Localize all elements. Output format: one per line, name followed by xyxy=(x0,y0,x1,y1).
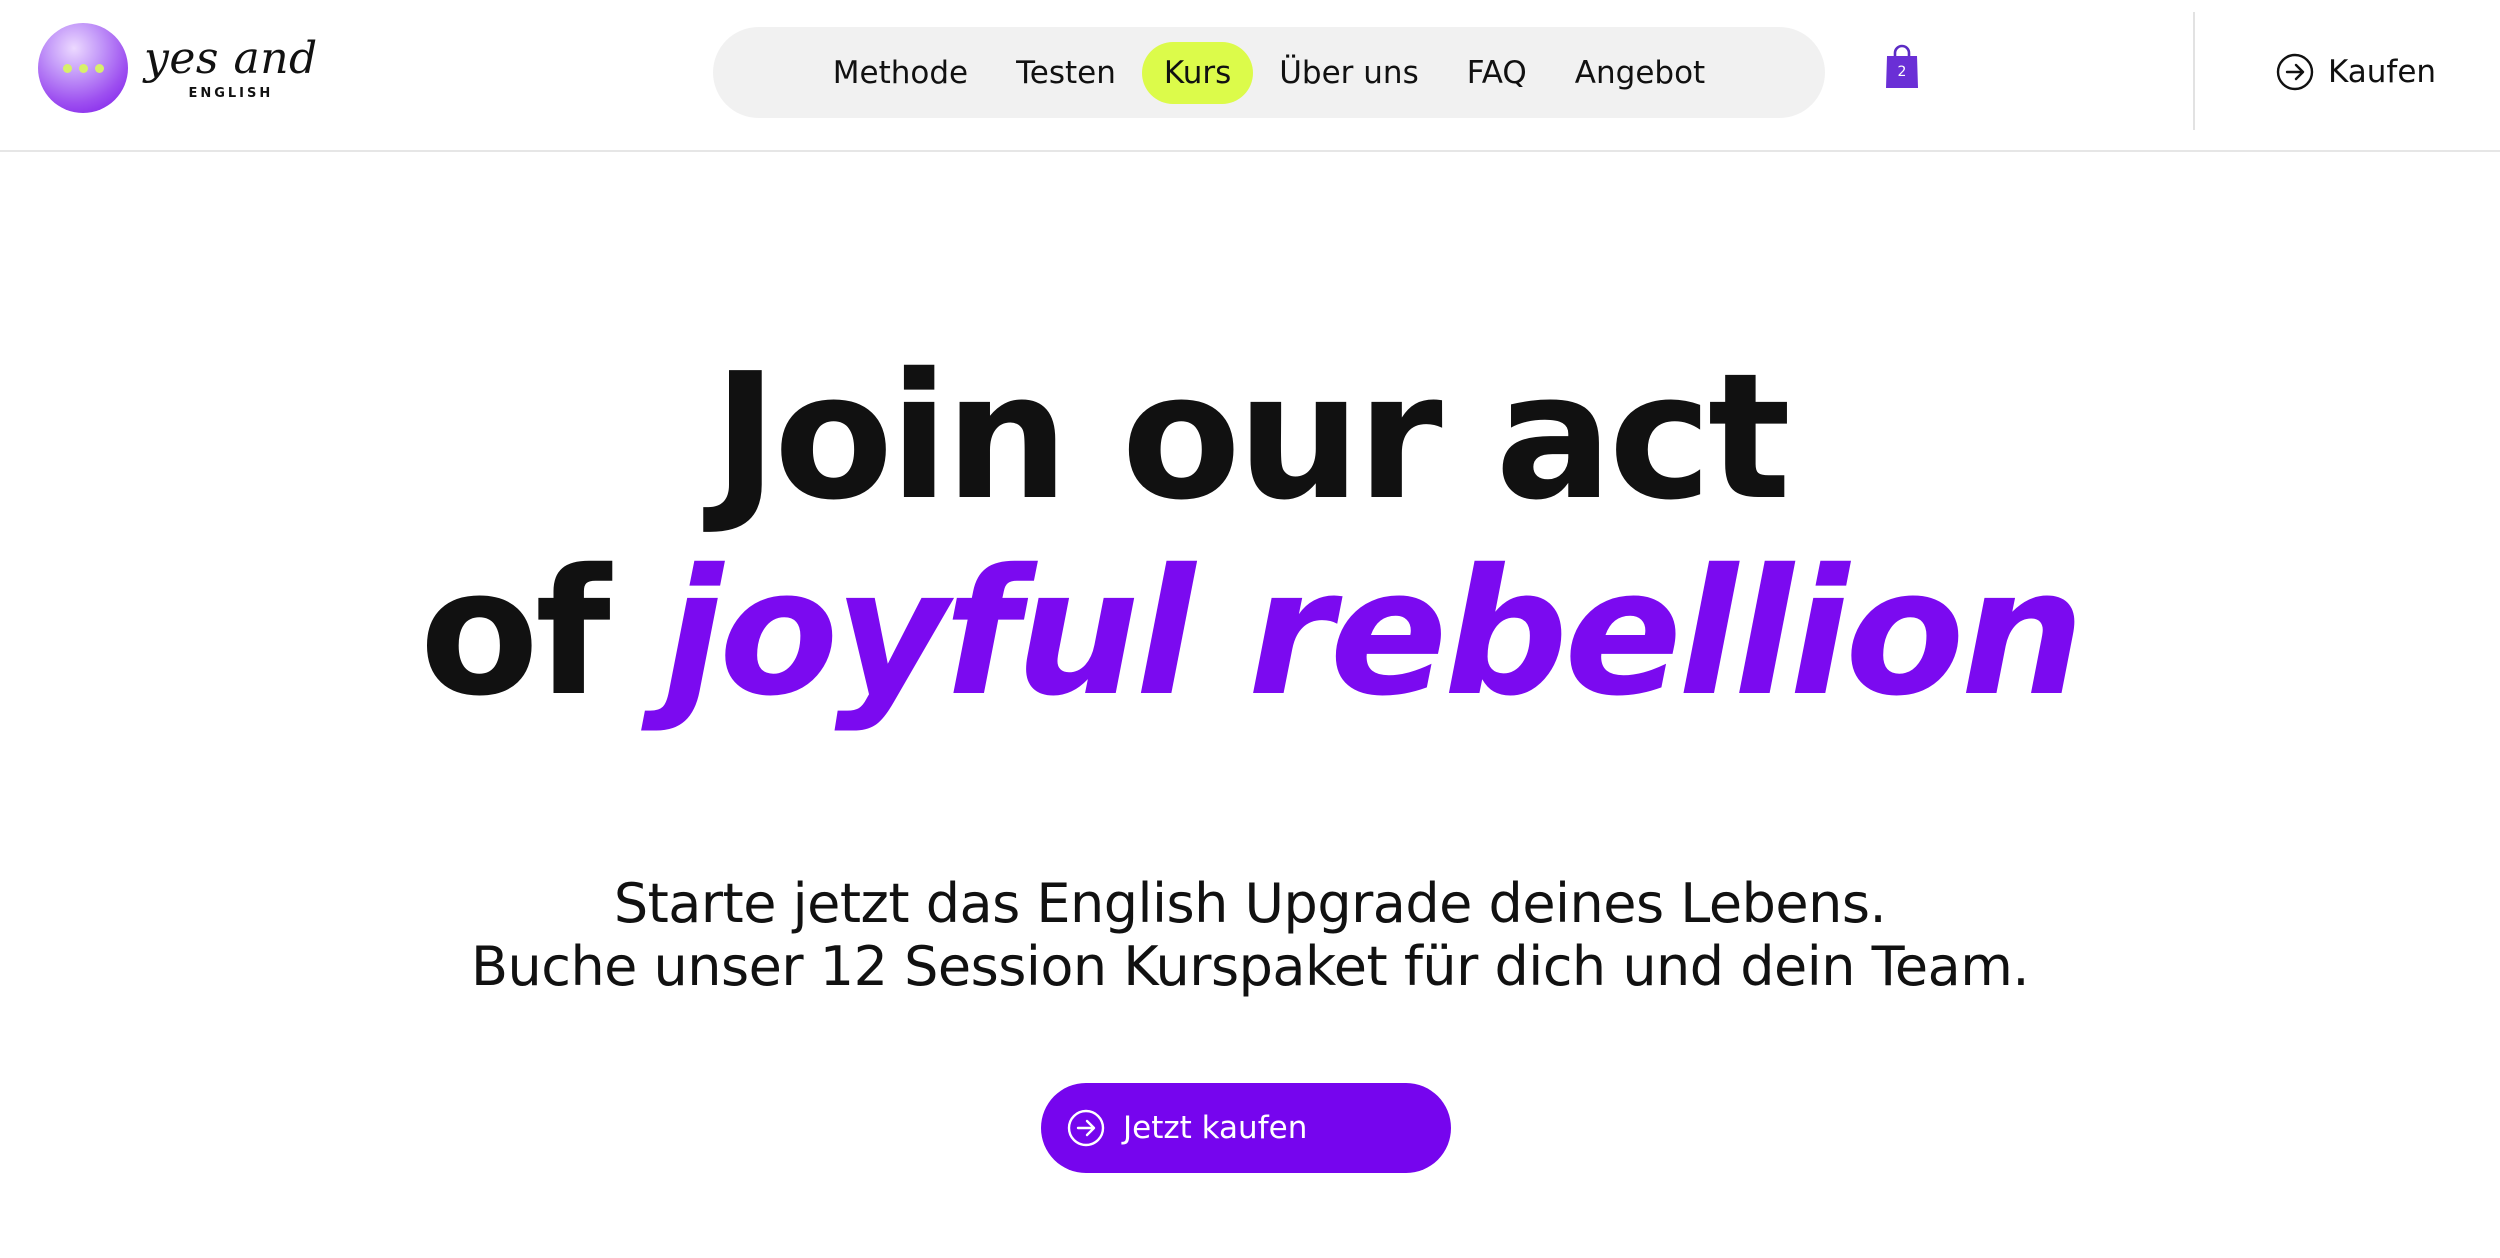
header-divider xyxy=(2193,12,2195,130)
logo-name: yes and xyxy=(144,32,318,84)
hero-title-line2-prefix: of xyxy=(419,532,664,735)
logo-dot xyxy=(62,63,72,73)
arrow-circle-right-icon xyxy=(1067,1109,1105,1147)
hero-title-line1: Join our act xyxy=(713,336,1791,539)
header-buy-label: Kaufen xyxy=(2328,54,2437,90)
arrow-circle-right-icon xyxy=(2276,53,2314,91)
logo-dots-icon xyxy=(38,23,128,113)
site-header: yes and ENGLISH Methode Testen Kurs Über… xyxy=(0,0,2500,152)
nav-item-faq[interactable]: FAQ xyxy=(1445,42,1549,104)
logo-dot xyxy=(94,63,104,73)
logo-subtitle: ENGLISH xyxy=(188,85,274,101)
cart-button[interactable]: 2 xyxy=(1884,44,1920,90)
header-buy-button[interactable]: Kaufen xyxy=(2276,50,2436,94)
nav-item-testen[interactable]: Testen xyxy=(994,42,1138,104)
nav-item-kurs[interactable]: Kurs xyxy=(1141,41,1254,104)
hero-subtitle: Starte jetzt das English Upgrade deines … xyxy=(0,872,2500,998)
buy-now-button[interactable]: Jetzt kaufen xyxy=(1041,1083,1451,1173)
nav-item-methode[interactable]: Methode xyxy=(811,42,990,104)
logo-wordmark: yes and ENGLISH xyxy=(144,32,318,101)
logo[interactable]: yes and ENGLISH xyxy=(38,22,318,114)
hero-subtitle-line1: Starte jetzt das English Upgrade deines … xyxy=(613,872,1887,935)
hero-title-accent: joyful rebellion xyxy=(663,532,2084,735)
cart-count: 2 xyxy=(1897,64,1907,80)
nav-item-ueber-uns[interactable]: Über uns xyxy=(1257,42,1441,104)
hero-subtitle-line2: Buche unser 12 Session Kurspaket für dic… xyxy=(470,935,2030,998)
buy-now-label: Jetzt kaufen xyxy=(1123,1110,1308,1146)
main-nav: Methode Testen Kurs Über uns FAQ Angebot xyxy=(713,27,1825,118)
nav-item-angebot[interactable]: Angebot xyxy=(1553,42,1727,104)
hero-title: Join our act of joyful rebellion xyxy=(0,340,2500,732)
logo-dot xyxy=(78,63,88,73)
